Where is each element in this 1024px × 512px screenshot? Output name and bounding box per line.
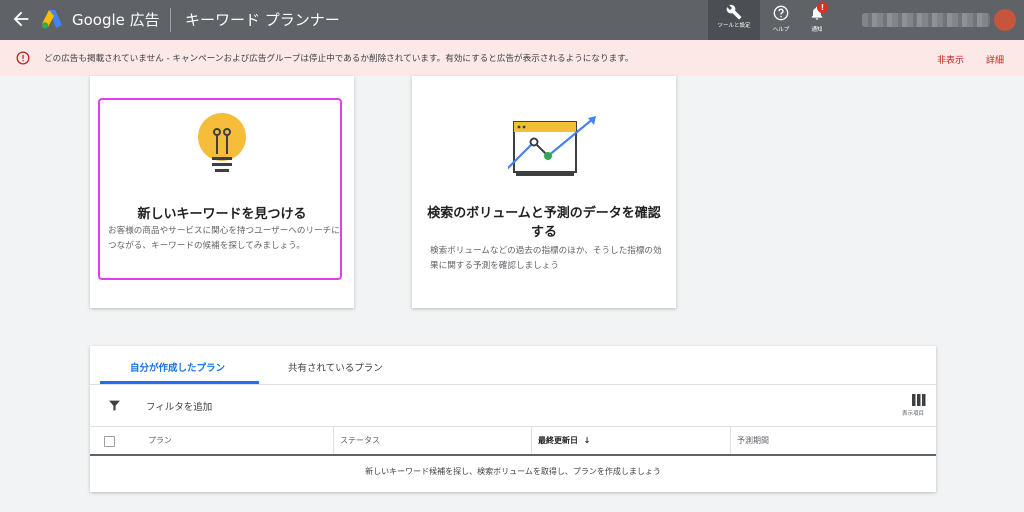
help-icon <box>773 5 789 21</box>
sort-arrow-icon: ↓ <box>583 436 591 445</box>
trend-chart-icon <box>508 116 596 176</box>
google-ads-logo-icon <box>41 10 62 29</box>
column-header-last-updated-label: 最終更新日 <box>538 436 578 445</box>
column-header-status[interactable]: ステータス <box>340 427 380 455</box>
error-icon <box>16 51 30 65</box>
account-info-blurred[interactable] <box>862 13 990 27</box>
select-all-checkbox[interactable] <box>104 436 115 447</box>
tab-shared-plans[interactable]: 共有されているプラン <box>288 360 383 374</box>
lightbulb-icon <box>198 113 246 172</box>
notifications-button[interactable]: ! 通知 <box>800 0 834 40</box>
column-divider <box>531 427 532 455</box>
search-volume-forecast-card[interactable]: 検索のボリュームと予測のデータを確認する 検索ボリュームなどの過去の指標のほか、… <box>412 76 676 308</box>
notifications-label: 通知 <box>811 27 823 33</box>
card-title: 新しいキーワードを見つける <box>137 207 307 222</box>
columns-icon[interactable] <box>912 394 926 406</box>
tab-divider <box>90 384 936 385</box>
table-header: プラン ステータス 最終更新日 ↓ 予測期間 <box>90 427 936 455</box>
plans-panel: 自分が作成したプラン 共有されているプラン フィルタを追加 表示項目 プラン ス… <box>90 346 936 492</box>
help-label: ヘルプ <box>772 27 790 33</box>
avatar[interactable] <box>994 9 1016 31</box>
alert-hide-link[interactable]: 非表示 <box>937 53 964 66</box>
help-button[interactable]: ヘルプ <box>764 0 798 40</box>
column-divider <box>730 427 731 455</box>
table-header-border <box>90 454 936 456</box>
find-keywords-card[interactable]: 新しいキーワードを見つける お客様の商品やサービスに関心を持つユーザーへのリーチ… <box>90 76 354 308</box>
page-title: キーワード プランナー <box>185 11 340 29</box>
top-app-bar: Google 広告 キーワード プランナー ツールと設定 ヘルプ ! 通知 <box>0 0 1024 40</box>
column-header-plan[interactable]: プラン <box>148 427 172 455</box>
filter-icon[interactable] <box>108 399 121 412</box>
wrench-icon <box>726 4 742 20</box>
alert-message: どの広告も掲載されていません - キャンペーンおよび広告グループは停止中であるか… <box>44 54 634 64</box>
empty-state-message: 新しいキーワード候補を探し、検索ボリュームを取得し、プランを作成しましょう <box>365 467 661 476</box>
notification-badge: ! <box>817 2 828 13</box>
tools-and-settings-button[interactable]: ツールと設定 <box>708 0 760 40</box>
card-description: 検索ボリュームなどの過去の指標のほか、そうした指標の効果に関する予測を確認しまし… <box>430 246 662 271</box>
card-title: 検索のボリュームと予測のデータを確認する <box>427 206 661 240</box>
alert-banner: どの広告も掲載されていません - キャンペーンおよび広告グループは停止中であるか… <box>0 40 1024 76</box>
alert-details-link[interactable]: 詳細 <box>986 53 1004 66</box>
tab-my-plans[interactable]: 自分が作成したプラン <box>130 360 225 374</box>
add-filter-button[interactable]: フィルタを追加 <box>146 399 212 413</box>
back-arrow-icon[interactable] <box>10 8 32 30</box>
column-header-last-updated[interactable]: 最終更新日 ↓ <box>538 427 590 455</box>
column-divider <box>333 427 334 455</box>
columns-label[interactable]: 表示項目 <box>902 409 924 417</box>
brand-name[interactable]: Google 広告 <box>72 9 160 30</box>
tools-label: ツールと設定 <box>717 23 751 29</box>
column-header-forecast-period[interactable]: 予測期間 <box>737 427 769 455</box>
card-description: お客様の商品やサービスに関心を持つユーザーへのリーチにつながる、キーワードの候補… <box>108 226 340 251</box>
title-divider <box>170 8 171 32</box>
